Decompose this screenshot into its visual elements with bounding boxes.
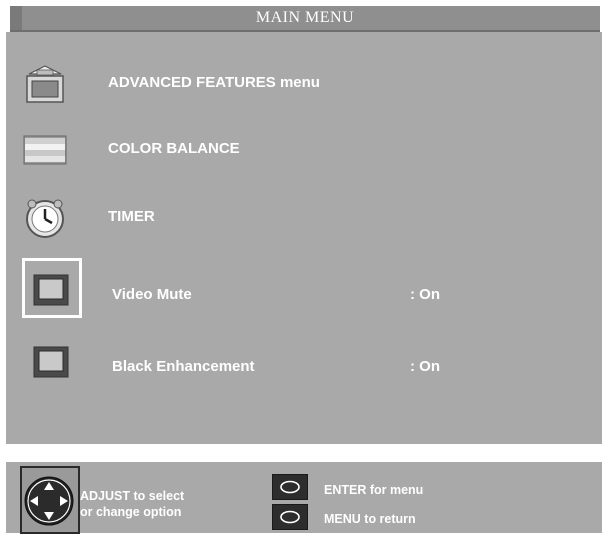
color-balance-icon bbox=[22, 128, 68, 172]
title-bar: MAIN MENU bbox=[10, 6, 600, 32]
menu-item-label: TIMER bbox=[108, 208, 155, 225]
menu-item-label: ADVANCED FEATURES menu bbox=[108, 74, 320, 91]
adjust-dpad-icon bbox=[24, 476, 74, 526]
menu-item-black-enhancement[interactable]: Black Enhancement : On bbox=[6, 334, 602, 394]
main-menu-panel: ADVANCED FEATURES menu COLOR BALANCE TIM… bbox=[6, 32, 602, 444]
menu-item-value: : On bbox=[410, 358, 440, 375]
osd-screen: MAIN MENU ADVANCED FEATURES menu COLOR B… bbox=[0, 0, 608, 534]
page-title: MAIN MENU bbox=[255, 9, 355, 26]
menu-item-color-balance[interactable]: COLOR BALANCE bbox=[6, 120, 602, 180]
menu-item-label: Black Enhancement bbox=[112, 358, 255, 375]
adjust-pad-frame bbox=[20, 466, 80, 534]
adjust-line-2: or change option bbox=[80, 505, 182, 519]
menu-item-video-mute[interactable]: Video Mute : On bbox=[6, 264, 602, 324]
advanced-features-icon bbox=[22, 62, 68, 106]
video-mute-icon bbox=[28, 268, 74, 312]
adjust-line-1: ADJUST to select bbox=[80, 489, 185, 503]
enter-button bbox=[272, 474, 308, 500]
menu-item-advanced-features[interactable]: ADVANCED FEATURES menu bbox=[6, 54, 602, 114]
enter-oval-icon bbox=[280, 480, 300, 494]
menu-help-text: MENU to return bbox=[324, 512, 416, 526]
help-legend: ADJUST to select or change option ENTER … bbox=[6, 462, 602, 534]
menu-button bbox=[272, 504, 308, 530]
enter-help-text: ENTER for menu bbox=[324, 483, 424, 497]
menu-item-label: COLOR BALANCE bbox=[108, 140, 240, 157]
title-bar-accent bbox=[10, 6, 22, 30]
menu-oval-icon bbox=[280, 510, 300, 524]
menu-item-value: : On bbox=[410, 286, 440, 303]
menu-item-label: Video Mute bbox=[112, 286, 192, 303]
black-enhancement-icon bbox=[28, 340, 74, 384]
menu-item-timer[interactable]: TIMER bbox=[6, 188, 602, 248]
timer-clock-icon bbox=[22, 196, 68, 240]
adjust-help-text: ADJUST to select or change option bbox=[80, 488, 184, 520]
